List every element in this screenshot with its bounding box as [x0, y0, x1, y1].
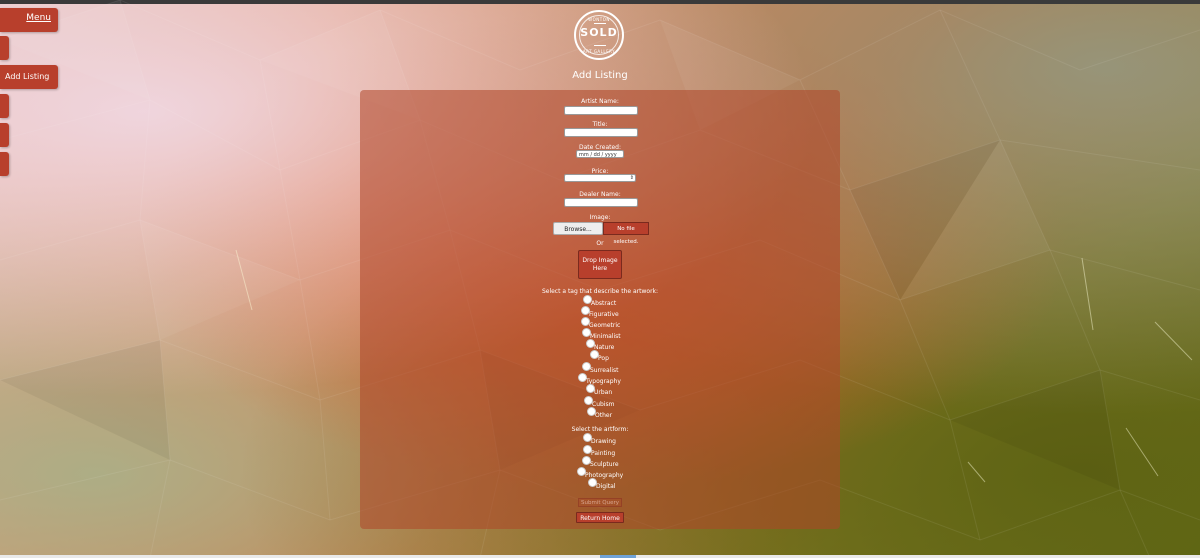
- tag-option-minimalist[interactable]: Minimalist: [582, 328, 621, 340]
- browse-button[interactable]: Browse...: [553, 222, 603, 235]
- artform-option-sculpture[interactable]: Sculpture: [582, 456, 619, 468]
- tag-option-surrealist[interactable]: Surrealist: [582, 362, 619, 374]
- add-listing-label: Add Listing: [5, 72, 50, 81]
- tag-label: Pop: [598, 355, 609, 362]
- artform-option-painting[interactable]: Painting: [583, 445, 615, 457]
- title-label: Title:: [592, 121, 608, 128]
- submit-button[interactable]: Submit Query: [578, 498, 622, 507]
- tag-label: Urban: [594, 389, 613, 396]
- tag-option-nature[interactable]: Nature: [586, 339, 614, 351]
- tag-option-abstract[interactable]: Abstract: [583, 295, 616, 307]
- logo-divider: [594, 45, 606, 46]
- tag-option-figurative[interactable]: Figurative: [581, 306, 619, 318]
- tag-option-cubism[interactable]: Cubism: [584, 396, 614, 408]
- artform-prompt: Select the artform:: [571, 426, 629, 433]
- tags-prompt: Select a tag that describe the artwork:: [541, 288, 659, 295]
- artform-option-drawing[interactable]: Drawing: [583, 433, 616, 445]
- artform-option-photography[interactable]: Photography: [577, 467, 623, 479]
- logo-main-text: SOLD: [580, 26, 618, 39]
- tag-option-urban[interactable]: Urban: [586, 384, 613, 396]
- browser-top-border: [0, 0, 1200, 4]
- image-label: Image:: [589, 214, 611, 221]
- sidebar-tab[interactable]: [0, 152, 9, 176]
- file-status: No file selected.: [603, 222, 649, 245]
- sold-logo[interactable]: WONTON SOLD ART GALLERY: [574, 10, 624, 60]
- spinner-icon[interactable]: ⇕: [630, 175, 634, 182]
- artform-option-digital[interactable]: Digital: [588, 478, 616, 490]
- menu-label: Menu: [26, 13, 51, 23]
- artform-label: Digital: [596, 483, 616, 490]
- artist-name-input[interactable]: [564, 106, 638, 115]
- sidebar-tab[interactable]: [0, 94, 9, 118]
- add-listing-button[interactable]: Add Listing: [0, 65, 58, 89]
- dealer-name-input[interactable]: [564, 198, 638, 207]
- page-title: Add Listing: [572, 70, 628, 81]
- title-input[interactable]: [564, 128, 638, 137]
- logo-divider: [594, 23, 606, 24]
- drop-image-zone[interactable]: Drop Image Here: [578, 250, 622, 279]
- tag-option-pop[interactable]: Pop: [590, 350, 609, 362]
- sidebar-tab[interactable]: [0, 123, 9, 147]
- sidebar-tab[interactable]: [0, 36, 9, 60]
- tag-option-geometric[interactable]: Geometric: [581, 317, 620, 329]
- tag-label: Other: [595, 412, 613, 419]
- artform-label: Drawing: [591, 438, 616, 445]
- artist-name-label: Artist Name:: [581, 98, 619, 105]
- logo-top-text: WONTON: [588, 17, 610, 22]
- return-home-button[interactable]: Return Home: [576, 512, 624, 523]
- menu-button[interactable]: Menu: [0, 8, 58, 32]
- add-listing-form: Artist Name: Title: Date Created: mm / d…: [360, 90, 840, 529]
- tag-option-typography[interactable]: Typography: [578, 373, 621, 385]
- date-created-input[interactable]: mm / dd / yyyy: [576, 150, 624, 158]
- logo-bottom-text: ART GALLERY: [582, 49, 616, 54]
- price-input[interactable]: ⇕: [564, 174, 636, 182]
- dealer-name-label: Dealer Name:: [579, 191, 621, 198]
- or-label: Or: [596, 240, 604, 247]
- tag-option-other[interactable]: Other: [587, 407, 613, 419]
